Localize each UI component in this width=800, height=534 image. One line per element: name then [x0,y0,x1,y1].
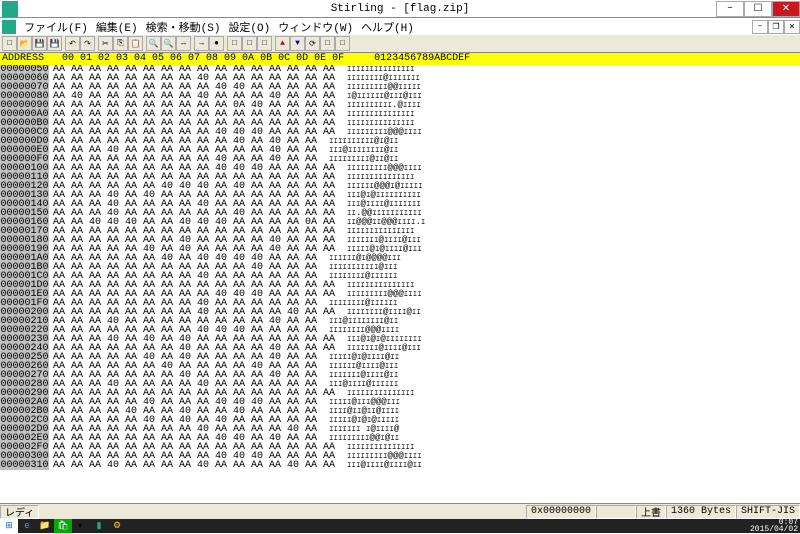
minimize-button[interactable]: – [716,1,744,17]
toolbar: □ 📂 💾 💾 ↶ ↷ ✂ ⎘ 📋 🔍 🔍 ↔ → ● □ □ □ ▲ ▼ ⟳ … [0,35,800,53]
hex-header: ADDRESS 00 01 02 03 04 05 06 07 08 09 0A… [0,53,800,65]
store-icon[interactable]: 🛍 [54,519,72,533]
hex-ascii[interactable]: ｪｪｪ@ｪｪｪｪ@ｪｪｪｪ@ｪｪ [335,461,422,470]
statusbar: レディ 0x00000000 上書 1360 Bytes SHIFT-JIS [0,503,800,519]
mdi-restore-button[interactable]: ❐ [768,20,784,34]
status-encoding: SHIFT-JIS [736,505,800,519]
status-empty [596,505,636,519]
tool5-icon[interactable]: ▼ [290,36,305,51]
goto-icon[interactable]: → [194,36,209,51]
cut-icon[interactable]: ✂ [98,36,113,51]
menu-help[interactable]: ヘルプ(H) [357,19,418,35]
taskbar[interactable]: ⊞ e 📁 🛍 ◐ ▮ ⚙ 0:072015/04/02 [0,519,800,533]
menu-window[interactable]: ウィンドウ(W) [274,19,357,35]
hex-bytes[interactable]: AA AA AA 40 AA AA AA AA 40 AA AA AA AA 4… [49,461,335,470]
menubar: ファイル(F) 編集(E) 検索・移動(S) 設定(O) ウィンドウ(W) ヘル… [0,18,800,35]
ie-icon[interactable]: e [18,519,36,533]
chrome-icon[interactable]: ◐ [72,519,90,533]
explorer-icon[interactable]: 📁 [36,519,54,533]
mdi-close-button[interactable]: ✕ [784,20,800,34]
status-offset: 0x00000000 [526,505,596,519]
hex-row[interactable]: 00000310AA AA AA 40 AA AA AA AA 40 AA AA… [0,461,800,470]
mdi-minimize-button[interactable]: – [752,20,768,34]
app-taskbar-icon[interactable]: ▮ [90,519,108,533]
open-icon[interactable]: 📂 [17,36,32,51]
status-size: 1360 Bytes [666,505,736,519]
undo-icon[interactable]: ↶ [65,36,80,51]
saveas-icon[interactable]: 💾 [47,36,62,51]
mark-icon[interactable]: ● [209,36,224,51]
maximize-button[interactable]: ☐ [744,1,772,17]
findnext-icon[interactable]: 🔍 [161,36,176,51]
new-icon[interactable]: □ [2,36,17,51]
menu-search[interactable]: 検索・移動(S) [142,19,225,35]
menu-settings[interactable]: 設定(O) [224,19,274,35]
tool3-icon[interactable]: □ [257,36,272,51]
find-icon[interactable]: 🔍 [146,36,161,51]
app-icon [2,1,18,17]
paste-icon[interactable]: 📋 [128,36,143,51]
hex-view[interactable]: 00000050AA AA AA AA AA AA AA AA AA AA AA… [0,65,800,517]
tool-taskbar-icon[interactable]: ⚙ [108,519,126,533]
copy-icon[interactable]: ⎘ [113,36,128,51]
start-icon[interactable]: ⊞ [0,519,18,533]
replace-icon[interactable]: ↔ [176,36,191,51]
tool8-icon[interactable]: □ [335,36,350,51]
doc-icon[interactable] [2,20,16,34]
status-overwrite: 上書 [636,505,666,519]
tool7-icon[interactable]: □ [320,36,335,51]
tool2-icon[interactable]: □ [242,36,257,51]
menu-edit[interactable]: 編集(E) [92,19,142,35]
status-ready: レディ [0,505,39,519]
menu-file[interactable]: ファイル(F) [20,19,92,35]
close-button[interactable]: ✕ [772,1,800,17]
titlebar: Stirling - [flag.zip] – ☐ ✕ [0,0,800,18]
tool1-icon[interactable]: □ [227,36,242,51]
redo-icon[interactable]: ↷ [80,36,95,51]
tool6-icon[interactable]: ⟳ [305,36,320,51]
window-title: Stirling - [flag.zip] [331,3,470,15]
save-icon[interactable]: 💾 [32,36,47,51]
tool4-icon[interactable]: ▲ [275,36,290,51]
hex-address: 00000310 [0,461,49,470]
tray-clock[interactable]: 0:072015/04/02 [750,519,800,533]
